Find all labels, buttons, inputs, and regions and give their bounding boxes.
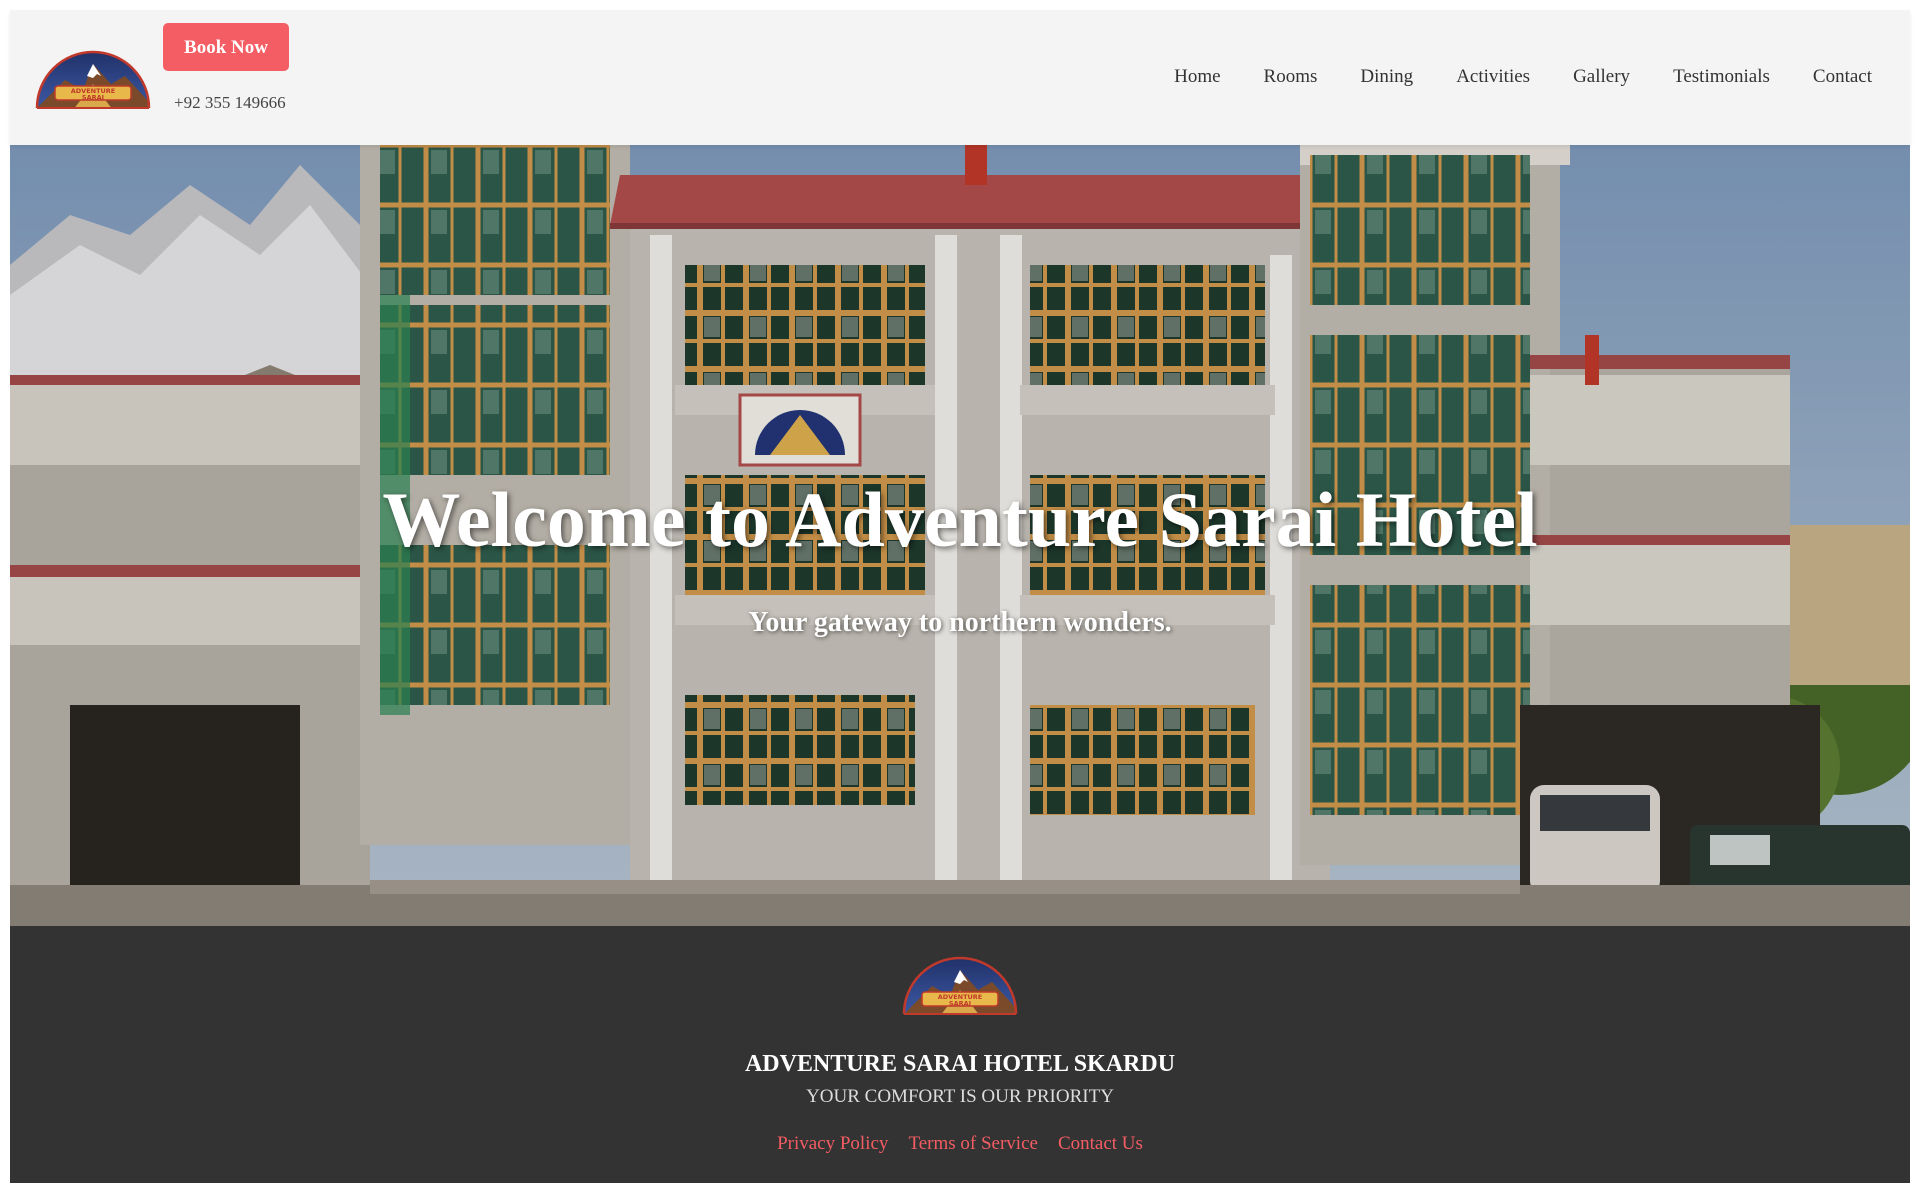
site-footer: ADVENTURE SARAI ADVENTURE SARAI HOTEL SK… <box>10 926 1910 1183</box>
footer-title: ADVENTURE SARAI HOTEL SKARDU <box>744 1051 1176 1077</box>
nav-gallery[interactable]: Gallery <box>1573 66 1630 88</box>
footer-tagline: YOUR COMFORT IS OUR PRIORITY <box>806 1086 1114 1107</box>
site-header: ADVENTURE SARAI Book Now +92 355 149666 … <box>10 10 1910 145</box>
book-now-button[interactable]: Book Now <box>163 23 289 71</box>
phone-number: +92 355 149666 <box>174 93 286 112</box>
nav-rooms[interactable]: Rooms <box>1264 66 1318 88</box>
footer-link-contact-us[interactable]: Contact Us <box>1058 1133 1143 1154</box>
logo-text-line2: SARAI <box>82 94 104 102</box>
nav-dining[interactable]: Dining <box>1360 66 1413 88</box>
footer-links: Privacy Policy Terms of Service Contact … <box>10 1133 1910 1155</box>
nav-contact[interactable]: Contact <box>1813 66 1872 88</box>
main-nav: Home Rooms Dining Activities Gallery Tes… <box>1131 66 1872 88</box>
nav-home[interactable]: Home <box>1174 66 1220 88</box>
hero-subtitle: Your gateway to northern wonders. <box>748 607 1172 638</box>
nav-activities[interactable]: Activities <box>1456 66 1530 88</box>
footer-logo-text-line2: SARAI <box>949 1000 971 1008</box>
footer-logo: ADVENTURE SARAI <box>902 956 1018 1015</box>
footer-link-terms-of-service[interactable]: Terms of Service <box>908 1133 1038 1154</box>
page: ADVENTURE SARAI Book Now +92 355 149666 … <box>10 10 1910 1183</box>
footer-link-privacy-policy[interactable]: Privacy Policy <box>777 1133 888 1154</box>
hero-title: Welcome to Adventure Sarai Hotel <box>382 476 1538 563</box>
nav-testimonials[interactable]: Testimonials <box>1673 66 1770 88</box>
hotel-logo[interactable]: ADVENTURE SARAI <box>35 46 151 110</box>
hero-section: Welcome to Adventure Sarai Hotel Your ga… <box>10 145 1910 926</box>
